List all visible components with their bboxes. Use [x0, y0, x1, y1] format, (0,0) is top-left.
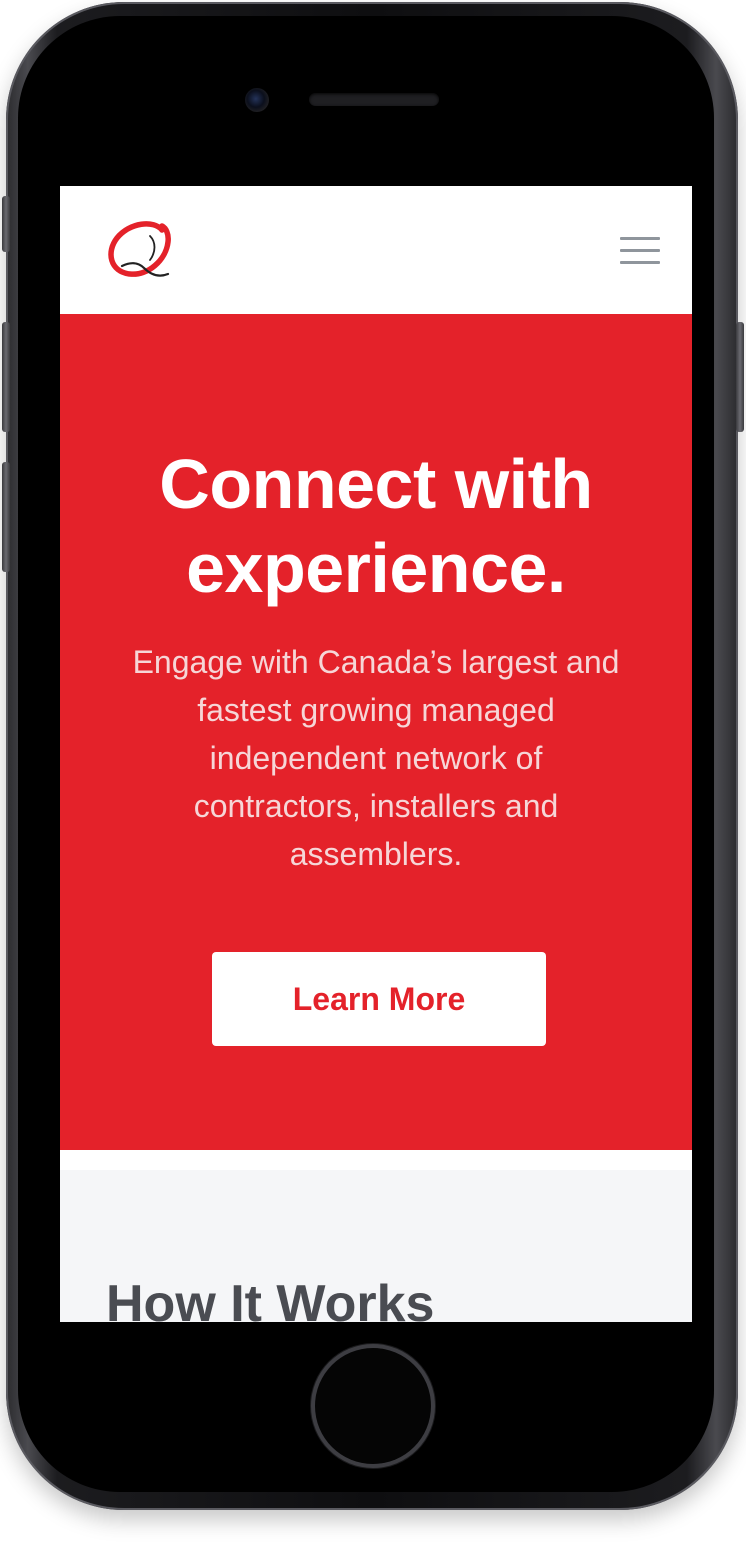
hero-subtitle: Engage with Canada’s largest and fastest… [132, 644, 620, 872]
phone-screen: Connect with experience. Engage with Can… [60, 186, 692, 1322]
how-it-works-title: How It Works [106, 1275, 435, 1322]
q-logo-icon[interactable] [104, 216, 176, 282]
hero-section: Connect with experience. Engage with Can… [60, 314, 692, 1150]
learn-more-button[interactable]: Learn More [212, 952, 546, 1046]
power-button [736, 322, 744, 432]
site-header [60, 186, 692, 314]
hero-title: Connect with experience. [159, 445, 593, 607]
menu-bar [620, 261, 660, 264]
phone-mockup: Connect with experience. Engage with Can… [0, 0, 746, 1542]
menu-bar [620, 237, 660, 240]
how-it-works-section: How It Works [60, 1170, 692, 1322]
volume-up-button [2, 322, 10, 432]
menu-bar [620, 249, 660, 252]
volume-down-button [2, 462, 10, 572]
mute-switch [2, 196, 10, 252]
earpiece-speaker [309, 93, 439, 106]
hamburger-menu-icon[interactable] [614, 230, 662, 270]
home-button[interactable] [315, 1348, 431, 1464]
front-camera [245, 88, 269, 112]
